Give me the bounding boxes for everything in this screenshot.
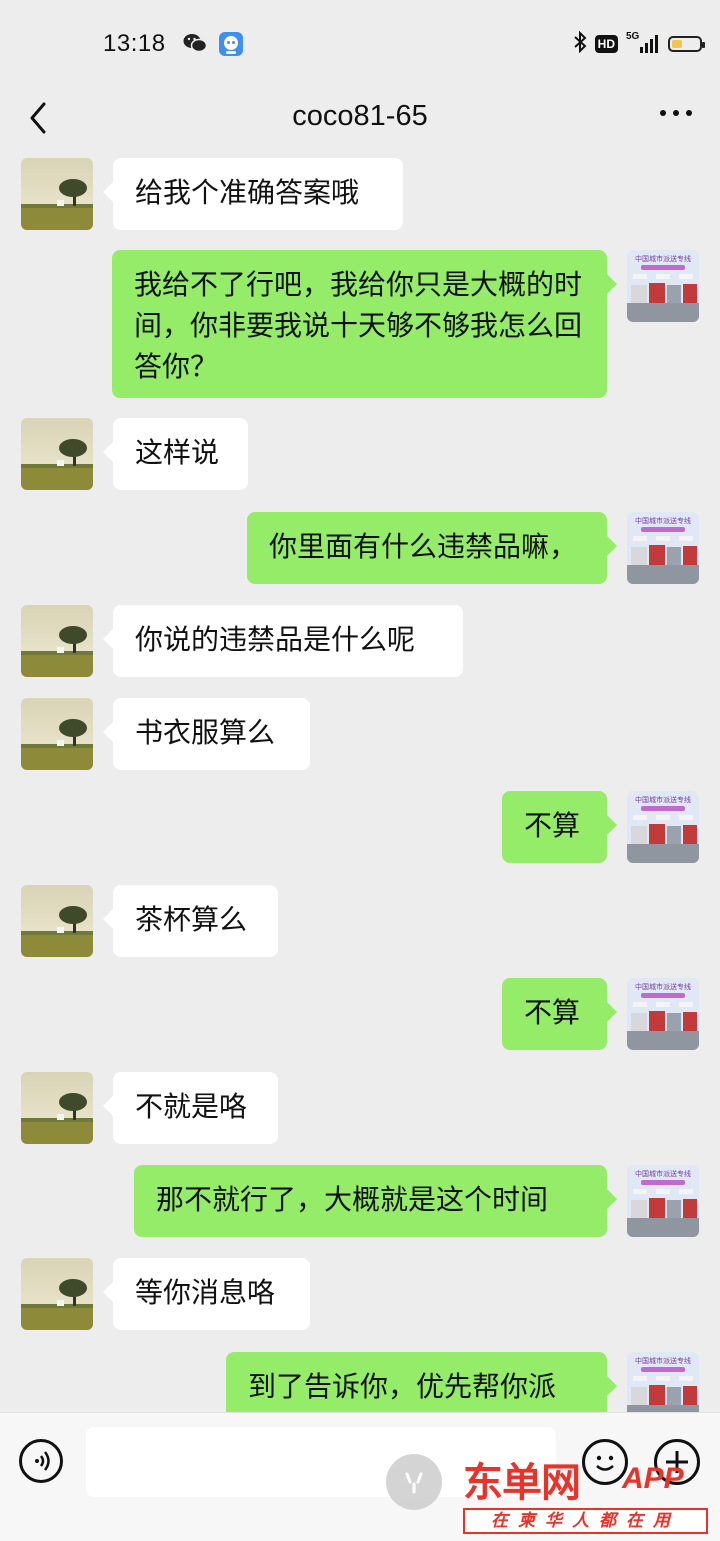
outgoing-message-bubble[interactable]: 到了告诉你，优先帮你派 [226, 1352, 617, 1412]
hd-badge: HD [594, 35, 618, 53]
incoming-message-bubble[interactable]: 这样说 [103, 418, 248, 490]
chat-message-row: 这样说 [0, 418, 720, 490]
wechat-icon [183, 32, 208, 58]
incoming-message-bubble[interactable]: 茶杯算么 [103, 885, 278, 957]
outgoing-message-bubble[interactable]: 我给不了行吧，我给你只是大概的时间，你非要我说十天够不够我怎么回答你？ [112, 250, 617, 398]
svg-text:中国城市派送专线: 中国城市派送专线 [635, 254, 691, 263]
status-bar: 13:18 HD 5G [0, 0, 720, 92]
incoming-message-bubble[interactable]: 等你消息咯 [103, 1258, 310, 1330]
outgoing-message-bubble[interactable]: 那不就行了，大概就是这个时间 [134, 1165, 617, 1237]
watermark-logo: 东单网 [463, 1461, 581, 1505]
chat-message-row: 中国城市派送专线 你里面有什么违禁品嘛， [0, 512, 720, 584]
watermark-app-label: APP [622, 1462, 684, 1495]
voice-icon[interactable] [19, 1439, 63, 1483]
outgoing-message-bubble[interactable]: 不算 [502, 791, 617, 863]
bluetooth-icon [573, 30, 587, 57]
incoming-message-bubble[interactable]: 给我个准确答案哦 [103, 158, 403, 230]
chat-message-row: 等你消息咯 [0, 1258, 720, 1330]
watermark-slogan: 在柬华人都在用 [463, 1508, 708, 1534]
contact-avatar[interactable] [21, 158, 93, 230]
chat-message-row: 书衣服算么 [0, 698, 720, 770]
incoming-message-bubble[interactable]: 书衣服算么 [103, 698, 310, 770]
more-dots-icon[interactable] [660, 110, 692, 116]
message-list[interactable]: 给我个准确答案哦中国城市派送专线 我给不了行吧，我给你只是大概的时间，你非要我说十… [0, 150, 720, 1412]
battery-icon [668, 36, 705, 52]
chat-header: coco81-65 [0, 88, 720, 152]
chat-message-row: 中国城市派送专线 我给不了行吧，我给你只是大概的时间，你非要我说十天够不够我怎么回… [0, 250, 720, 398]
chat-message-row: 给我个准确答案哦 [0, 158, 720, 230]
svg-text:中国城市派送专线: 中国城市派送专线 [635, 1169, 691, 1178]
contact-avatar[interactable] [21, 885, 93, 957]
my-avatar[interactable]: 中国城市派送专线 [627, 1352, 699, 1412]
my-avatar[interactable]: 中国城市派送专线 [627, 791, 699, 863]
incoming-message-bubble[interactable]: 不就是咯 [103, 1072, 278, 1144]
contact-avatar[interactable] [21, 1072, 93, 1144]
incoming-message-bubble[interactable]: 你说的违禁品是什么呢 [103, 605, 463, 677]
chat-message-row: 你说的违禁品是什么呢 [0, 605, 720, 677]
chat-message-row: 茶杯算么 [0, 885, 720, 957]
contact-avatar[interactable] [21, 1258, 93, 1330]
watermark-circle-icon [386, 1454, 442, 1510]
chat-title: coco81-65 [292, 100, 428, 132]
svg-text:中国城市派送专线: 中国城市派送专线 [635, 516, 691, 525]
chat-message-row: 中国城市派送专线 不算 [0, 791, 720, 863]
my-avatar[interactable]: 中国城市派送专线 [627, 250, 699, 322]
outgoing-message-bubble[interactable]: 不算 [502, 978, 617, 1050]
contact-avatar[interactable] [21, 605, 93, 677]
my-avatar[interactable]: 中国城市派送专线 [627, 512, 699, 584]
contact-avatar[interactable] [21, 698, 93, 770]
svg-text:中国城市派送专线: 中国城市派送专线 [635, 982, 691, 991]
my-avatar[interactable]: 中国城市派送专线 [627, 1165, 699, 1237]
chat-message-row: 中国城市派送专线 那不就行了，大概就是这个时间 [0, 1165, 720, 1237]
signal-icon: 5G [626, 31, 660, 55]
outgoing-message-bubble[interactable]: 你里面有什么违禁品嘛， [247, 512, 617, 584]
chat-message-row: 中国城市派送专线 到了告诉你，优先帮你派 [0, 1352, 720, 1412]
chat-message-row: 不就是咯 [0, 1072, 720, 1144]
svg-text:中国城市派送专线: 中国城市派送专线 [635, 1356, 691, 1365]
contact-avatar[interactable] [21, 418, 93, 490]
chat-message-row: 中国城市派送专线 不算 [0, 978, 720, 1050]
my-avatar[interactable]: 中国城市派送专线 [627, 978, 699, 1050]
svg-text:中国城市派送专线: 中国城市派送专线 [635, 795, 691, 804]
app-notification-icon [218, 31, 244, 61]
status-time: 13:18 [103, 30, 166, 57]
